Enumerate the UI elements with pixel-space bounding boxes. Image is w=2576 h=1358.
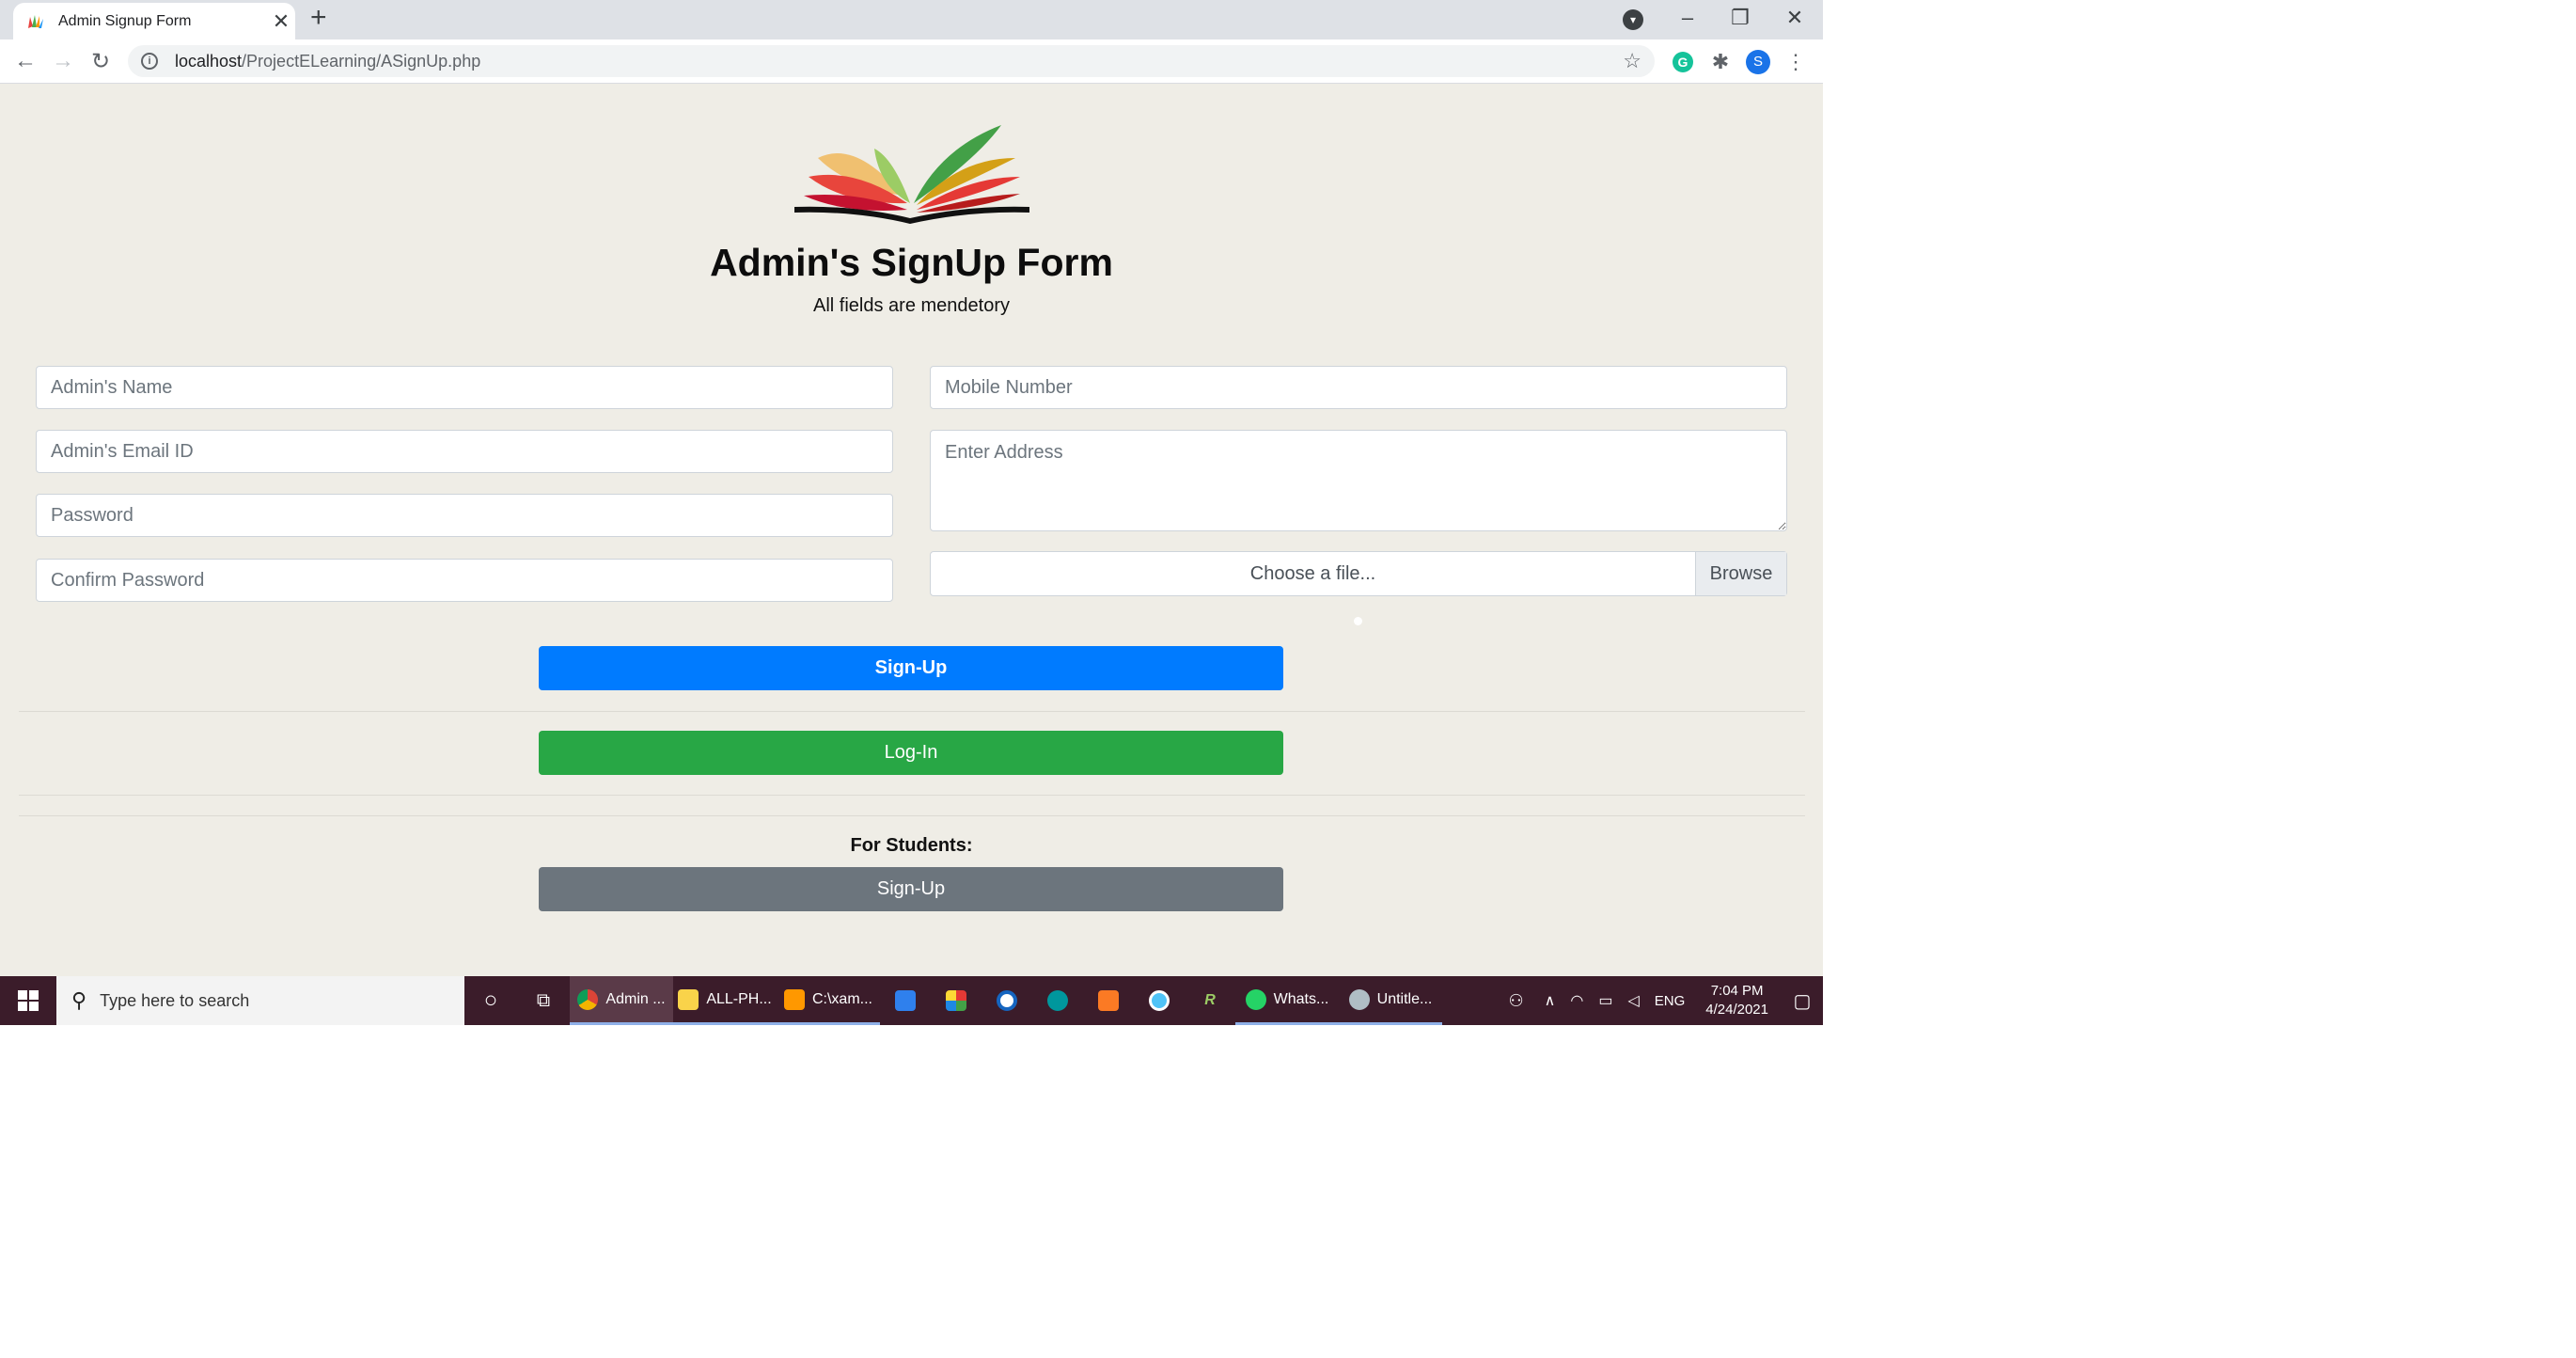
site-info-icon[interactable]: i <box>141 53 158 70</box>
dot-marker <box>1354 617 1362 625</box>
clock-date: 4/24/2021 <box>1705 1002 1768 1018</box>
clock[interactable]: 7:04 PM 4/24/2021 <box>1705 982 1768 1019</box>
extensions-puzzle-icon[interactable]: ✱ <box>1707 49 1734 75</box>
reload-icon[interactable]: ↻ <box>86 47 115 75</box>
windows-logo-icon <box>18 990 39 1011</box>
tab-bar: Admin Signup Form ✕ + ▾ – ❐ ✕ <box>0 0 1823 39</box>
browse-button[interactable]: Browse <box>1695 552 1786 595</box>
signup-button[interactable]: Sign-Up <box>539 646 1283 690</box>
xampp-icon <box>1098 990 1119 1011</box>
url-host: localhost <box>175 51 243 71</box>
tab-title: Admin Signup Form <box>58 12 192 29</box>
admin-email-input[interactable] <box>36 430 893 473</box>
taskbar-search[interactable]: ⚲ Type here to search <box>56 976 464 1025</box>
profile-avatar[interactable]: S <box>1745 49 1771 75</box>
browser-tab[interactable]: Admin Signup Form ✕ <box>13 3 295 39</box>
file-label[interactable]: Choose a file... <box>931 552 1695 595</box>
windows-start-icon[interactable] <box>0 976 56 1025</box>
password-input[interactable] <box>36 494 893 537</box>
search-icon: ⚲ <box>71 988 87 1012</box>
taskbar: ⚲ Type here to search ○ ⧉ Admin ... ALL-… <box>0 976 1823 1025</box>
taskbar-app-paint[interactable]: Untitle... <box>1339 976 1442 1025</box>
taskbar-app-blue[interactable] <box>982 976 1032 1025</box>
students-label: For Students: <box>850 835 973 856</box>
chrome-icon <box>577 988 599 1010</box>
url-path: /ProjectELearning/ASignUp.php <box>242 51 481 71</box>
address-textarea[interactable] <box>930 430 1787 531</box>
file-upload-input[interactable]: Choose a file... Browse <box>930 551 1787 596</box>
forward-arrow-icon[interactable]: → <box>49 47 77 75</box>
paint-icon <box>1348 988 1370 1010</box>
address-bar[interactable]: i localhost/ProjectELearning/ASignUp.php… <box>128 45 1655 77</box>
bookmark-star-icon[interactable]: ☆ <box>1623 49 1641 73</box>
tab-close-icon[interactable]: ✕ <box>267 9 295 34</box>
grammarly-extension-icon[interactable]: G <box>1670 49 1696 75</box>
taskbar-app-arduino[interactable] <box>1032 976 1083 1025</box>
divider <box>19 795 1805 796</box>
taskbar-app-explorer[interactable]: ALL-PH... <box>673 976 777 1025</box>
battery-icon[interactable]: ▭ <box>1598 991 1612 1010</box>
confirm-password-input[interactable] <box>36 559 893 602</box>
language-indicator[interactable]: ENG <box>1655 993 1686 1009</box>
taskbar-app-sublime[interactable]: C:\xam... <box>777 976 880 1025</box>
divider <box>19 815 1805 816</box>
page-title: Admin's SignUp Form <box>710 241 1113 284</box>
login-button[interactable]: Log-In <box>539 731 1283 775</box>
volume-icon[interactable]: ◁ <box>1627 991 1639 1010</box>
taskbar-app-grid[interactable] <box>931 976 982 1025</box>
taskbar-app-label: Admin ... <box>605 990 666 1007</box>
rstudio-icon[interactable]: R <box>1185 976 1235 1025</box>
book-logo-icon <box>794 125 1029 224</box>
minimize-button[interactable]: – <box>1660 0 1715 36</box>
file-explorer-icon <box>678 988 699 1010</box>
taskbar-app-whatsapp[interactable]: Whats... <box>1235 976 1339 1025</box>
app-grid-icon <box>946 990 966 1011</box>
app-blue-icon <box>997 990 1017 1011</box>
notifications-icon[interactable]: ▢ <box>1782 976 1823 1025</box>
new-tab-button[interactable]: + <box>310 2 327 34</box>
grammarly-letter: G <box>1673 52 1693 72</box>
taskbar-app-chrome[interactable]: Admin ... <box>570 976 673 1025</box>
taskbar-app-xampp[interactable] <box>1083 976 1134 1025</box>
taskbar-app-label: C:\xam... <box>811 990 872 1007</box>
taskbar-app-globe[interactable] <box>1134 976 1185 1025</box>
tab-search-icon[interactable]: ▾ <box>1623 9 1643 30</box>
wifi-icon[interactable]: ◠ <box>1570 991 1583 1010</box>
url-text: localhost/ProjectELearning/ASignUp.php <box>175 52 480 71</box>
back-arrow-icon[interactable]: ← <box>11 47 39 75</box>
taskbar-app-label: ALL-PH... <box>706 990 772 1007</box>
whatsapp-icon <box>1245 988 1266 1010</box>
arduino-icon <box>1047 990 1068 1011</box>
app-globe-icon <box>1149 990 1170 1011</box>
system-tray: ⚇ ∧ ◠ ▭ ◁ ENG 7:04 PM 4/24/2021 ▢ <box>1495 976 1823 1025</box>
taskbar-app-label: Whats... <box>1273 990 1329 1007</box>
admin-name-input[interactable] <box>36 366 893 409</box>
screen: Admin Signup Form ✕ + ▾ – ❐ ✕ ← → ↻ i lo… <box>0 0 1823 1025</box>
taskbar-app-vscode[interactable] <box>880 976 931 1025</box>
cortana-icon[interactable]: ○ <box>464 976 517 1025</box>
task-view-icon[interactable]: ⧉ <box>517 976 570 1025</box>
vscode-icon <box>895 990 916 1011</box>
avatar-letter: S <box>1746 50 1770 74</box>
book-favicon-icon <box>28 14 43 28</box>
browser-toolbar: ← → ↻ i localhost/ProjectELearning/ASign… <box>0 39 1823 84</box>
divider <box>19 711 1805 712</box>
clock-time: 7:04 PM <box>1710 983 1764 999</box>
chevron-up-icon[interactable]: ∧ <box>1545 991 1556 1010</box>
taskbar-app-label: Untitle... <box>1376 990 1433 1007</box>
sublime-text-icon <box>783 988 805 1010</box>
page-subtitle: All fields are mendetory <box>813 295 1010 316</box>
restore-button[interactable]: ❐ <box>1713 0 1767 36</box>
search-placeholder: Type here to search <box>100 990 250 1010</box>
close-window-button[interactable]: ✕ <box>1767 0 1822 36</box>
browser-menu-icon[interactable]: ⋮ <box>1783 49 1809 75</box>
mobile-number-input[interactable] <box>930 366 1787 409</box>
people-icon[interactable]: ⚇ <box>1508 991 1523 1011</box>
student-signup-button[interactable]: Sign-Up <box>539 867 1283 911</box>
